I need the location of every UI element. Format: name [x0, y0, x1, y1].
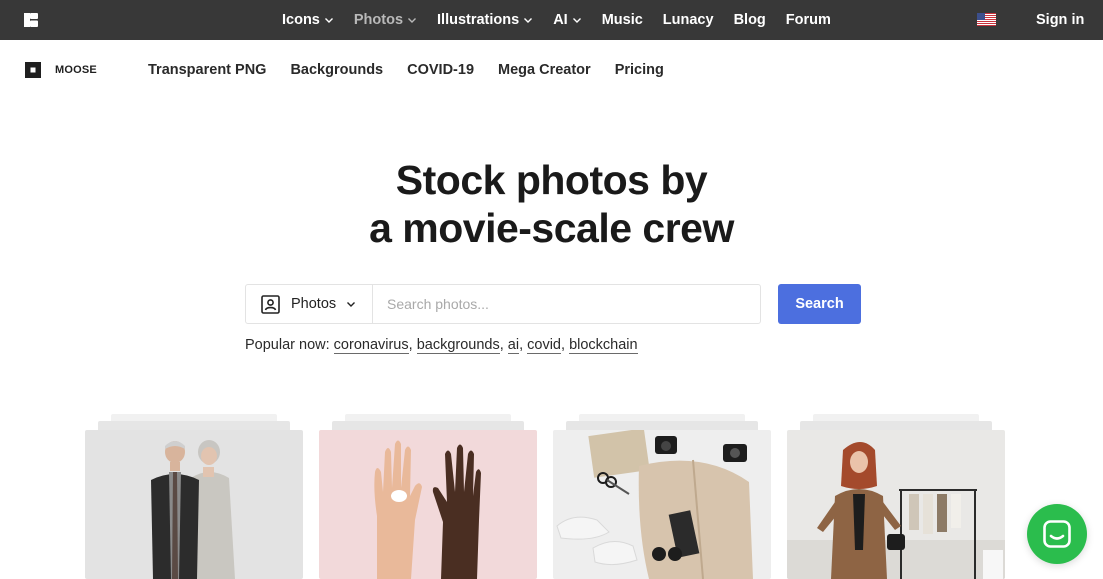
- icons8-logo-icon[interactable]: [24, 13, 38, 27]
- chevron-down-icon: [524, 18, 533, 23]
- nav-illustrations-label: Illustrations: [437, 12, 520, 28]
- search-input[interactable]: [373, 285, 760, 323]
- hands-with-pill-photo[interactable]: [319, 430, 537, 579]
- us-flag-icon[interactable]: [977, 13, 996, 26]
- chevron-down-icon: [408, 18, 417, 23]
- chevron-down-icon: [347, 302, 356, 307]
- popular-label: Popular now:: [245, 337, 330, 353]
- collection-card[interactable]: [787, 414, 1005, 579]
- nav-music[interactable]: Music: [602, 0, 643, 40]
- nav-icons[interactable]: Icons: [282, 0, 334, 40]
- portrait-photo-icon: [261, 294, 280, 314]
- nav-ai[interactable]: AI: [553, 0, 582, 40]
- nav-blog[interactable]: Blog: [734, 0, 766, 40]
- nav-lunacy-label: Lunacy: [662, 12, 714, 28]
- chevron-down-icon: [572, 18, 581, 23]
- collection-card[interactable]: [85, 414, 303, 579]
- senior-couple-photo[interactable]: [85, 430, 303, 579]
- title-line-1: Stock photos by: [395, 157, 708, 203]
- subnav-backgrounds[interactable]: Backgrounds: [290, 62, 383, 78]
- card-stack-layer: [98, 421, 290, 430]
- popular-tag-coronavirus[interactable]: coronavirus: [333, 337, 409, 354]
- moose-logo-icon: [25, 62, 41, 78]
- search-bar: Photos: [245, 284, 761, 324]
- card-stack-layer: [566, 421, 758, 430]
- main-nav: Icons Photos Illustrations AI Music Luna…: [282, 0, 851, 40]
- popular-tag-covid[interactable]: covid: [527, 337, 561, 354]
- nav-lunacy[interactable]: Lunacy: [663, 0, 714, 40]
- top-navigation-bar: Icons Photos Illustrations AI Music Luna…: [0, 0, 1103, 40]
- popular-tag-blockchain[interactable]: blockchain: [569, 337, 638, 354]
- subnav-transparent-png[interactable]: Transparent PNG: [148, 62, 266, 78]
- nav-photos-label: Photos: [353, 12, 404, 28]
- subnav-pricing[interactable]: Pricing: [615, 62, 664, 78]
- photos-subnav: Transparent PNG Backgrounds COVID-19 Meg…: [148, 40, 688, 100]
- search-type-dropdown[interactable]: Photos: [246, 285, 373, 323]
- search-type-label: Photos: [291, 296, 337, 312]
- nav-forum-label: Forum: [785, 12, 831, 28]
- nav-forum[interactable]: Forum: [786, 0, 831, 40]
- nav-blog-label: Blog: [733, 12, 766, 28]
- nav-illustrations[interactable]: Illustrations: [437, 0, 533, 40]
- sign-in-link[interactable]: Sign in: [1036, 0, 1084, 40]
- subnav-covid-19[interactable]: COVID-19: [407, 62, 474, 78]
- collection-card[interactable]: [553, 414, 771, 579]
- popular-tag-backgrounds[interactable]: backgrounds: [416, 337, 500, 354]
- collection-card[interactable]: [319, 414, 537, 579]
- woman-in-wardrobe-photo[interactable]: [787, 430, 1005, 579]
- flat-lay-fashion-photo[interactable]: [553, 430, 771, 579]
- subnav-mega-creator[interactable]: Mega Creator: [498, 62, 591, 78]
- page-title: Stock photos by a movie-scale crew: [0, 156, 1103, 252]
- card-stack-layer: [800, 421, 992, 430]
- nav-ai-label: AI: [553, 12, 568, 28]
- popular-tag-ai[interactable]: ai: [507, 337, 520, 354]
- card-stack-layer: [332, 421, 524, 430]
- moose-brand[interactable]: MOOSE: [25, 62, 97, 78]
- nav-photos[interactable]: Photos: [354, 0, 417, 40]
- chat-support-button[interactable]: [1027, 504, 1087, 564]
- nav-icons-label: Icons: [282, 12, 320, 28]
- title-line-2: a movie-scale crew: [369, 205, 734, 251]
- search-button[interactable]: Search: [778, 284, 861, 324]
- popular-searches: Popular now: coronavirus, backgrounds, a…: [245, 337, 638, 354]
- brand-name: MOOSE: [55, 64, 97, 76]
- secondary-navigation-bar: MOOSE Transparent PNG Backgrounds COVID-…: [0, 40, 1103, 100]
- nav-music-label: Music: [601, 12, 643, 28]
- chat-bubble-icon: [1043, 520, 1071, 548]
- chevron-down-icon: [324, 18, 333, 23]
